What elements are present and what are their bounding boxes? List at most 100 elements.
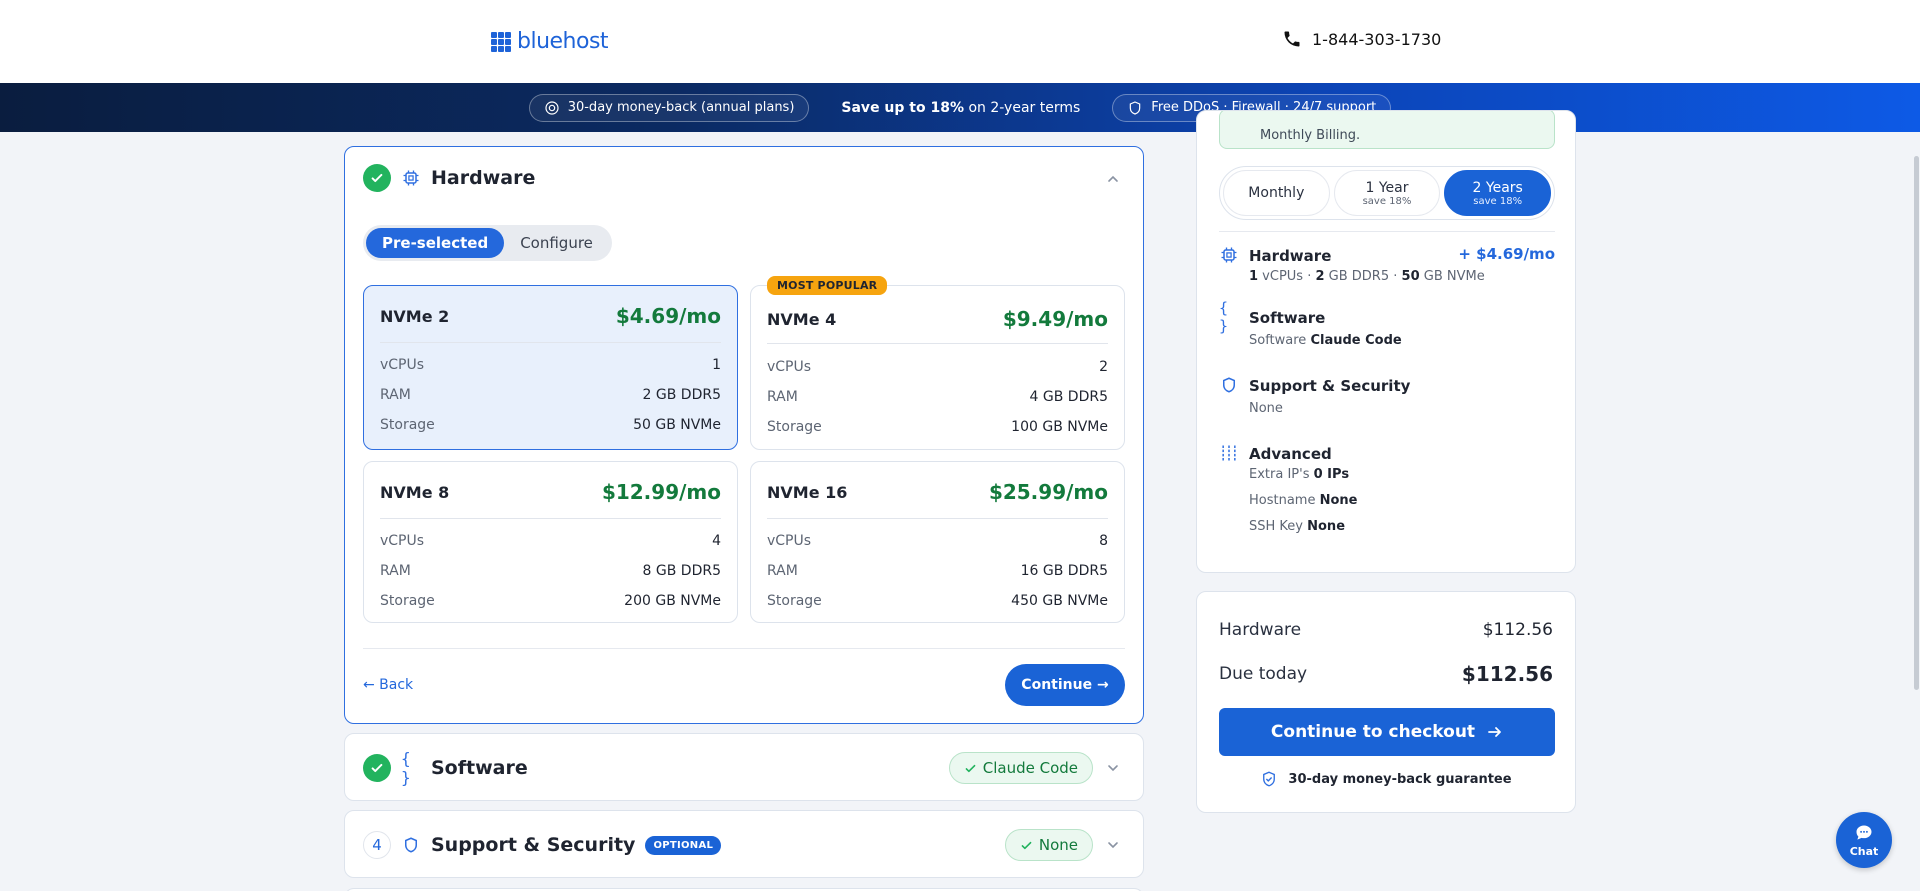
support-status-pill: None [1004,829,1093,861]
chevron-up-icon[interactable] [1105,171,1121,187]
spec-value: 8 GB DDR5 [642,563,721,579]
spec-row-storage: Storage 200 GB NVMe [380,586,721,616]
shield-icon [1219,375,1239,395]
order-summary: Monthly Billing. Monthly 1 Year save 18% … [1196,110,1576,573]
ssh-key-value: None [1307,519,1346,534]
plan-name: NVMe 8 [380,482,450,502]
save-bold: Save up to 18% [841,99,964,116]
configure-option[interactable]: Configure [504,228,609,258]
save-rest: on 2-year terms [964,99,1081,116]
check-icon [363,164,391,192]
checkout-label: Continue to checkout [1270,722,1476,742]
plan-name: NVMe 2 [380,306,450,326]
back-link[interactable]: ← Back [363,677,413,693]
extra-ips-line: Extra IP's 0 IPs [1249,467,1349,482]
due-today-row: Due today $112.56 [1219,662,1553,686]
save-text: Save up to 18% on 2-year terms [841,100,1080,116]
software-header: { } Software [363,749,528,787]
promo-banner: 30-day money-back (annual plans) Save up… [0,83,1920,132]
phone-link[interactable]: 1-844-303-1730 [1282,29,1441,49]
support-status: None [1038,836,1078,854]
spec-row-storage: Storage 50 GB NVMe [380,410,721,440]
spec-label: Storage [380,593,435,609]
total-label: Hardware [1219,620,1302,640]
sliders-icon [1219,443,1239,463]
term-1-year[interactable]: 1 Year save 18% [1333,170,1441,216]
term-label: Monthly [1248,185,1305,201]
spec-value: 4 GB DDR5 [1029,389,1108,405]
continue-button[interactable]: Continue → [1005,664,1125,706]
plan-card-nvme-16[interactable]: NVMe 16 $25.99/mo vCPUs 8 RAM 16 GB DDR5 St… [750,461,1125,623]
phone-icon [1284,31,1300,47]
spec-value: 1 [712,357,721,373]
term-selector: Monthly 1 Year save 18% 2 Years save 18% [1219,166,1555,220]
support-security-section[interactable]: 4 Support & Security OPTIONAL None [344,810,1144,878]
spec-label: vCPUs [767,359,812,375]
hostname-line: Hostname None [1249,493,1358,508]
term-monthly[interactable]: Monthly [1223,170,1330,216]
brand-name: bluehost [517,29,609,54]
ssh-key-label: SSH Key [1249,519,1308,534]
spec-label: Storage [380,417,435,433]
spec-value: 1 [1249,269,1259,284]
separator: · [1389,269,1402,284]
bluehost-logo[interactable]: bluehost [491,29,609,54]
spec-value: 16 GB DDR5 [1020,563,1108,579]
plan-name: NVMe 4 [767,309,837,329]
plan-price: $12.99/mo [601,480,721,504]
hardware-header[interactable]: Hardware [363,163,535,193]
check-icon [965,764,976,772]
arrow-right-icon [1488,727,1501,737]
term-2-years[interactable]: 2 Years save 18% [1444,170,1552,216]
braces-icon: { } [1219,299,1229,335]
summary-support: Support & Security None [1219,375,1555,425]
plan-card-nvme-2[interactable]: NVMe 2 $4.69/mo vCPUs 1 RAM 2 GB DDR5 Stora… [363,285,738,450]
spec-row-storage: Storage 450 GB NVMe [767,586,1108,616]
step-number: 4 [363,831,391,859]
spec-value: 100 GB NVMe [1011,419,1108,435]
spec-label: GB NVMe [1419,269,1485,284]
summary-hardware: Hardware + $4.69/mo 1 vCPUs · 2 GB DDR5 … [1219,245,1555,295]
checkout-button[interactable]: Continue to checkout [1219,708,1555,756]
plan-card-nvme-4[interactable]: MOST POPULAR NVMe 4 $9.49/mo vCPUs 2 RAM 4 … [750,276,1125,450]
plan-price: $25.99/mo [988,480,1108,504]
phone-number: 1-844-303-1730 [1312,29,1442,49]
summary-software-value: Software Claude Code [1249,333,1402,348]
chevron-down-icon[interactable] [1105,760,1121,776]
guarantee-note: 30-day money-back guarantee [1197,770,1575,788]
software-section[interactable]: { } Software Claude Code [344,733,1144,801]
spec-value: 450 GB NVMe [1011,593,1108,609]
due-value: $112.56 [1461,662,1553,686]
spec-row-vcpus: vCPUs 8 [767,526,1108,556]
summary-hardware-price: + $4.69/mo [1458,245,1555,263]
spec-value: 2 GB DDR5 [642,387,721,403]
summary-support-title: Support & Security [1249,377,1411,395]
spec-row-ram: RAM 8 GB DDR5 [380,556,721,586]
term-label: 1 Year [1365,179,1409,196]
support-header: 4 Support & Security OPTIONAL [363,830,722,860]
spec-row-ram: RAM 4 GB DDR5 [767,382,1108,412]
plan-card-nvme-8[interactable]: NVMe 8 $12.99/mo vCPUs 4 RAM 8 GB DDR5 Stor… [363,461,738,623]
billing-notice: Monthly Billing. [1219,111,1555,149]
top-header: bluehost 1-844-303-1730 [0,0,1920,83]
spec-row-vcpus: vCPUs 4 [380,526,721,556]
spec-value: 2 [1099,359,1108,375]
support-title: Support & Security [431,834,636,856]
spec-label: vCPUs [1258,269,1304,284]
cpu-icon [401,168,421,188]
separator: · [1303,269,1316,284]
term-discount: save 18% [1473,195,1523,207]
spec-row-ram: RAM 16 GB DDR5 [767,556,1108,586]
page-scrollbar[interactable] [1914,156,1919,690]
spec-value: 50 [1401,269,1420,284]
hardware-mode-toggle: Pre-selected Configure [363,225,612,261]
term-discount: save 18% [1362,195,1412,207]
chat-button[interactable]: Chat [1836,812,1892,868]
shield-icon [401,835,421,855]
summary-software-title: Software [1249,309,1326,327]
hardware-section: Hardware Pre-selected Configure NVMe 2 $4… [344,146,1144,724]
money-back-pill: 30-day money-back (annual plans) [528,93,810,122]
extra-ips-label: Extra IP's [1249,467,1314,482]
chevron-down-icon[interactable] [1105,837,1121,853]
preselected-option[interactable]: Pre-selected [366,228,505,258]
